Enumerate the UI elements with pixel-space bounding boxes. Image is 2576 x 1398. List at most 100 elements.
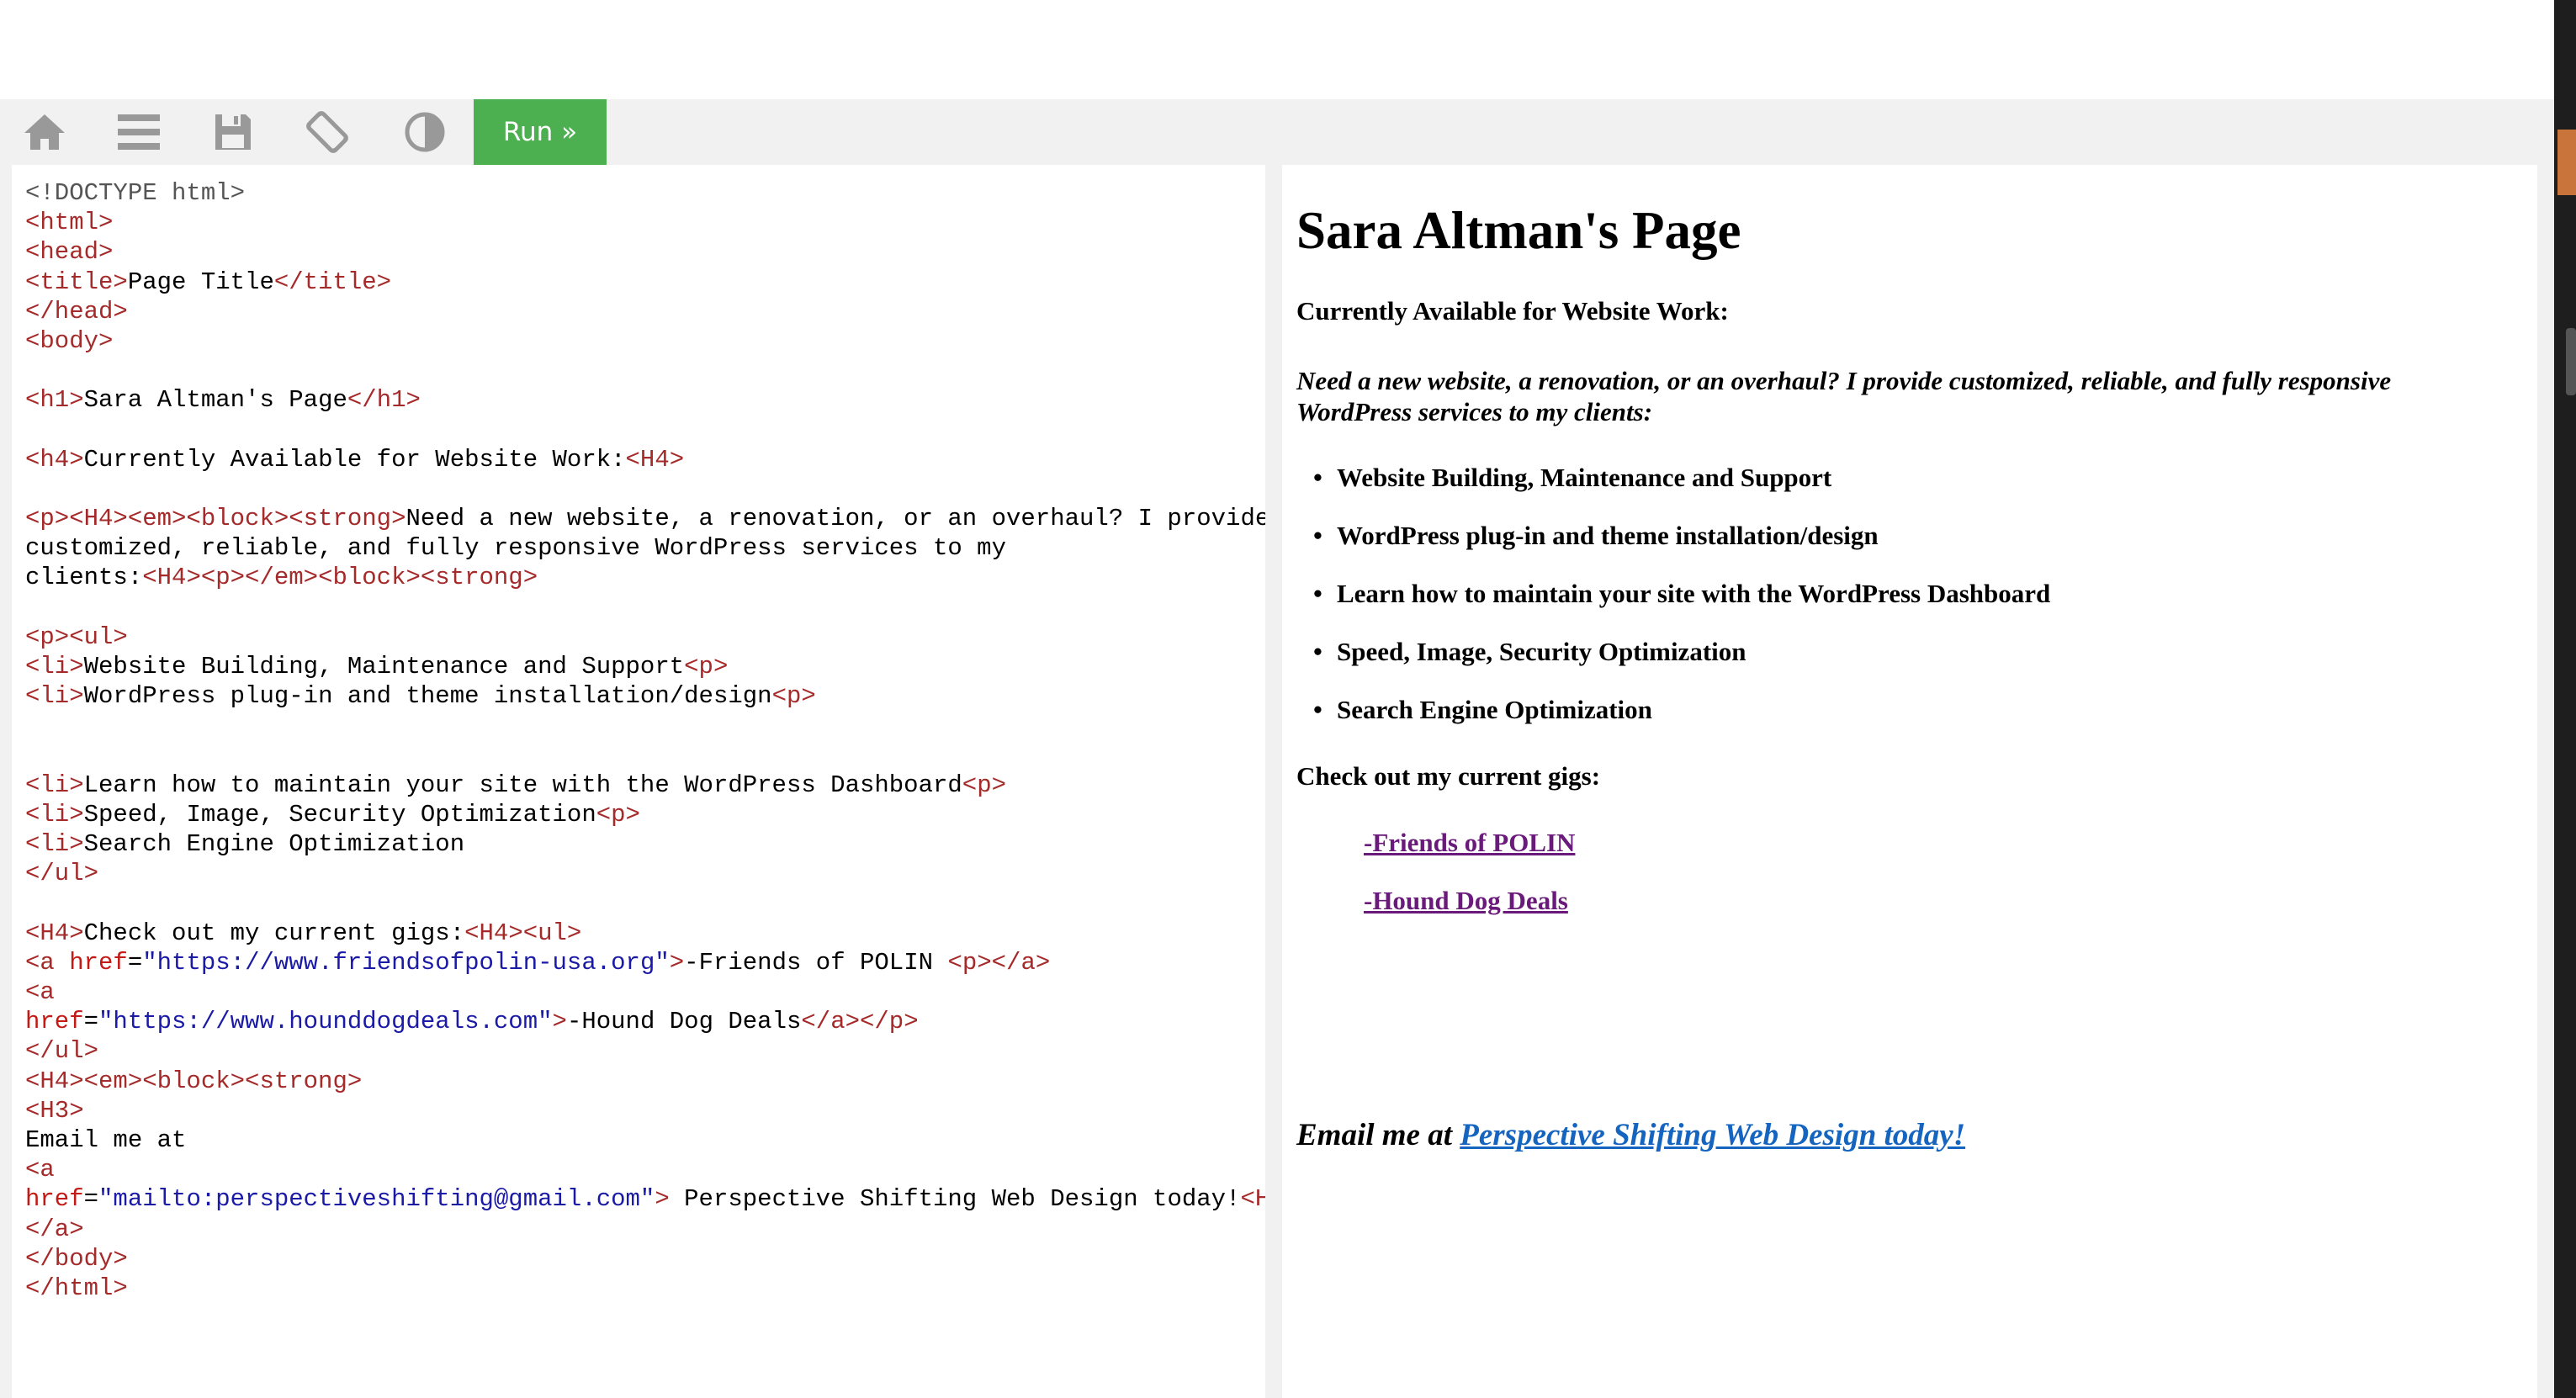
code-token: href bbox=[69, 948, 128, 977]
code-token: "mailto:perspectiveshifting@gmail.com" bbox=[98, 1185, 655, 1214]
code-token: <H3> bbox=[25, 1096, 84, 1125]
code-line[interactable]: <H4>Check out my current gigs:<H4><ul> bbox=[25, 919, 1265, 948]
code-token: clients: bbox=[25, 564, 143, 592]
code-token: </body> bbox=[25, 1244, 128, 1273]
code-line[interactable]: clients:<H4><p></em><block><strong> bbox=[25, 563, 1265, 592]
code-token: <p> bbox=[684, 653, 729, 680]
code-content[interactable]: <!DOCTYPE html> <html> <head> <title>Page T… bbox=[25, 178, 1265, 1303]
code-token: -Hound Dog Deals bbox=[566, 1008, 802, 1036]
save-icon[interactable] bbox=[200, 99, 266, 165]
code-token: Speed, Image, Security Optimization bbox=[83, 800, 596, 829]
code-token: <H4> bbox=[1240, 1185, 1265, 1214]
menu-icon[interactable] bbox=[106, 99, 172, 165]
code-token: <li> bbox=[25, 830, 84, 859]
code-token: customized, reliable, and fully responsi… bbox=[25, 534, 1006, 563]
code-line[interactable]: <h1>Sara Altman's Page</h1> bbox=[25, 385, 1265, 415]
code-line[interactable]: <title>Page Title</title> bbox=[25, 267, 1265, 297]
code-line[interactable]: href="https://www.hounddogdeals.com">-Ho… bbox=[25, 1007, 1265, 1036]
code-line[interactable]: <li>Search Engine Optimization bbox=[25, 829, 1265, 859]
code-line[interactable]: <h4>Currently Available for Website Work… bbox=[25, 445, 1265, 474]
rotate-icon[interactable] bbox=[294, 99, 360, 165]
code-token: <p> bbox=[771, 682, 816, 711]
list-item: • Learn how to maintain your site with th… bbox=[1313, 579, 2050, 609]
code-line[interactable]: <html> bbox=[25, 208, 1265, 237]
bullet-icon: • bbox=[1313, 521, 1322, 550]
code-line[interactable]: </a> bbox=[25, 1215, 1265, 1244]
code-line[interactable] bbox=[25, 741, 1265, 770]
code-line[interactable]: <li>Speed, Image, Security Optimization<… bbox=[25, 800, 1265, 829]
window-scrollbar[interactable] bbox=[2554, 0, 2576, 1398]
code-token: </html> bbox=[25, 1274, 128, 1302]
code-line[interactable]: customized, reliable, and fully responsi… bbox=[25, 533, 1265, 563]
code-line[interactable]: </body> bbox=[25, 1244, 1265, 1274]
code-token: <p></a> bbox=[947, 948, 1051, 977]
code-line[interactable] bbox=[25, 416, 1265, 445]
code-line[interactable]: Email me at bbox=[25, 1125, 1265, 1155]
list-item: • Search Engine Optimization bbox=[1313, 695, 1652, 725]
code-editor[interactable]: <!DOCTYPE html> <html> <head> <title>Page T… bbox=[12, 165, 1265, 1398]
code-token: <p><H4><em><block><strong> bbox=[25, 505, 406, 533]
code-line[interactable] bbox=[25, 593, 1265, 622]
run-button[interactable]: Run » bbox=[474, 99, 607, 165]
code-token: WordPress plug-in and theme installation… bbox=[83, 682, 772, 711]
scrollbar-thumb[interactable] bbox=[2566, 328, 2576, 395]
code-line[interactable]: <a href="https://www.friendsofpolin-usa.… bbox=[25, 948, 1265, 977]
result-preview: Sara Altman's Page Currently Available f… bbox=[1282, 165, 2537, 1398]
code-line[interactable]: <a bbox=[25, 1155, 1265, 1184]
hound-dog-deals-link[interactable]: -Hound Dog Deals bbox=[1364, 886, 1568, 916]
code-token: <li> bbox=[25, 800, 84, 829]
code-line[interactable]: </ul> bbox=[25, 859, 1265, 888]
gigs-heading: Check out my current gigs: bbox=[1296, 761, 1601, 791]
code-token: = bbox=[127, 948, 143, 977]
left-gutter bbox=[0, 165, 12, 1398]
list-item: • Website Building, Maintenance and Suppo… bbox=[1313, 463, 1831, 493]
code-token: <h1> bbox=[25, 386, 84, 415]
code-line[interactable] bbox=[25, 889, 1265, 919]
code-token: </a></p> bbox=[801, 1008, 919, 1036]
code-token: href bbox=[25, 1008, 84, 1036]
code-token: href bbox=[25, 1185, 84, 1214]
intro-text: Need a new website, a renovation, or an … bbox=[1296, 366, 2392, 426]
list-item: • Speed, Image, Security Optimization bbox=[1313, 637, 1746, 667]
contrast-icon[interactable] bbox=[392, 99, 458, 165]
bullet-icon: • bbox=[1313, 463, 1322, 492]
code-line[interactable]: <li>WordPress plug-in and theme installa… bbox=[25, 681, 1265, 711]
friends-of-polin-link[interactable]: -Friends of POLIN bbox=[1364, 828, 1575, 858]
code-line[interactable]: <p><ul> bbox=[25, 622, 1265, 652]
page-title: Sara Altman's Page bbox=[1296, 201, 1741, 260]
code-token: <html> bbox=[25, 209, 114, 237]
email-prefix: Email me at bbox=[1296, 1118, 1452, 1152]
code-line[interactable] bbox=[25, 711, 1265, 740]
code-line[interactable]: </ul> bbox=[25, 1036, 1265, 1066]
code-line[interactable]: <H3> bbox=[25, 1096, 1265, 1125]
code-line[interactable]: <head> bbox=[25, 237, 1265, 267]
code-token: Website Building, Maintenance and Suppor… bbox=[83, 653, 685, 680]
code-line[interactable]: <li>Website Building, Maintenance and Su… bbox=[25, 652, 1265, 681]
code-line[interactable]: </head> bbox=[25, 297, 1265, 326]
email-link[interactable]: Perspective Shifting Web Design today! bbox=[1460, 1118, 1965, 1152]
pane-divider[interactable] bbox=[1265, 165, 1282, 1398]
list-item-label: Speed, Image, Security Optimization bbox=[1337, 637, 1746, 666]
code-line[interactable] bbox=[25, 474, 1265, 504]
code-line[interactable]: <p><H4><em><block><strong>Need a new web… bbox=[25, 504, 1265, 533]
code-line[interactable] bbox=[25, 356, 1265, 385]
list-item: • WordPress plug-in and theme installatio… bbox=[1313, 521, 1879, 551]
code-line[interactable]: </html> bbox=[25, 1274, 1265, 1303]
right-gutter bbox=[2537, 165, 2554, 1398]
bullet-icon: • bbox=[1313, 579, 1322, 608]
code-line[interactable]: <a bbox=[25, 977, 1265, 1007]
code-line[interactable]: <H4><em><block><strong> bbox=[25, 1067, 1265, 1096]
code-token: <li> bbox=[25, 682, 84, 711]
code-token: </title> bbox=[273, 267, 392, 296]
code-token: <body> bbox=[25, 326, 114, 355]
code-line[interactable]: href="mailto:perspectiveshifting@gmail.c… bbox=[25, 1184, 1265, 1214]
code-line[interactable]: <li>Learn how to maintain your site with… bbox=[25, 770, 1265, 800]
code-token: Check out my current gigs: bbox=[83, 919, 465, 947]
code-token: Learn how to maintain your site with the… bbox=[83, 770, 962, 799]
code-token: <H4> bbox=[25, 919, 84, 947]
availability-heading: Currently Available for Website Work: bbox=[1296, 296, 1729, 326]
code-line[interactable]: <!DOCTYPE html> bbox=[25, 178, 1265, 208]
home-icon[interactable] bbox=[12, 99, 77, 165]
code-token: "https://www.friendsofpolin-usa.org" bbox=[142, 948, 670, 977]
code-line[interactable]: <body> bbox=[25, 326, 1265, 356]
